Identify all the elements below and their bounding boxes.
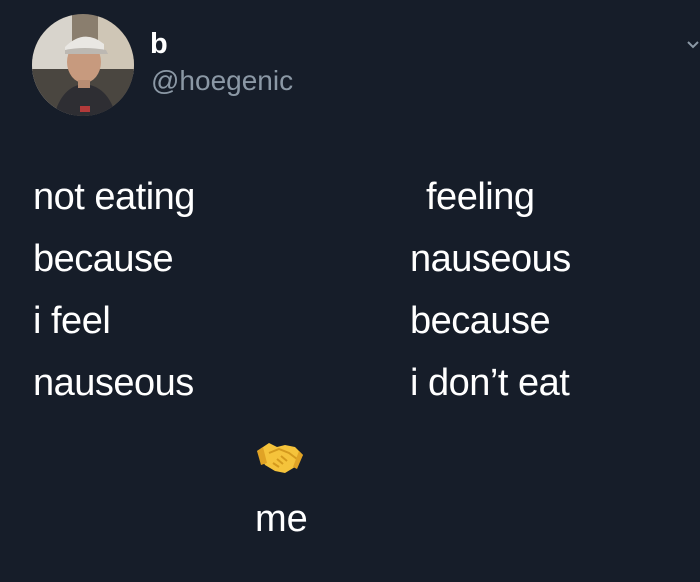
left-line: because [33, 238, 174, 280]
display-name[interactable]: b [150, 28, 168, 60]
user-handle[interactable]: @hoegenic [151, 65, 293, 97]
tweet: b @hoegenic not eating because i feel na… [0, 0, 700, 582]
handshake-icon [255, 437, 305, 477]
me-label: me [255, 498, 308, 540]
avatar-photo-icon [32, 14, 134, 116]
right-line: feeling [426, 176, 535, 218]
left-text-column: not eating because i feel nauseous [33, 166, 195, 414]
chevron-down-icon[interactable] [686, 36, 700, 54]
left-line: nauseous [33, 362, 194, 404]
avatar[interactable] [32, 14, 134, 116]
left-line: not eating [33, 176, 195, 218]
right-text-column: feeling nauseous because i don’t eat [410, 166, 571, 414]
right-line: i don’t eat [410, 362, 570, 404]
left-line: i feel [33, 300, 111, 342]
right-line: because [410, 300, 551, 342]
right-line: nauseous [410, 238, 571, 280]
